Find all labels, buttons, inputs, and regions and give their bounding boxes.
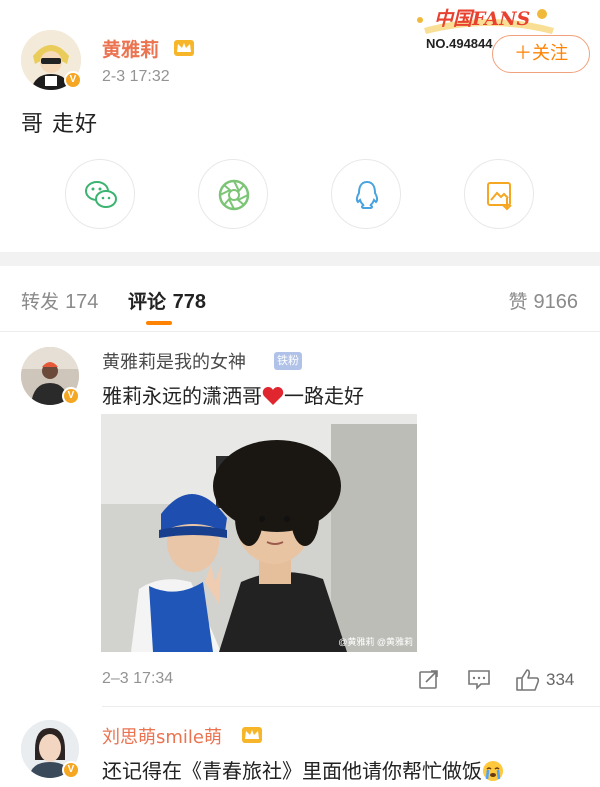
moments-icon <box>218 179 250 211</box>
crown-icon <box>242 727 262 743</box>
fans-number: NO.494844 <box>426 36 493 51</box>
weibo-post: V 黄雅莉 2-3 17:32 中国FANS NO.494844 ＋关注 哥 走… <box>0 0 600 252</box>
comment-divider <box>102 706 600 707</box>
qq-icon <box>355 180 379 209</box>
author-name[interactable]: 黄雅莉 <box>102 35 159 62</box>
tab-repost-count: 174 <box>65 291 99 313</box>
comment-time: 2–3 17:34 <box>102 670 174 687</box>
commenter-name[interactable]: 刘思萌smile萌 <box>102 723 222 749</box>
post-time: 2-3 17:32 <box>102 68 170 85</box>
comment-text-part: 还记得在《青春旅社》里面他请你帮忙做饭 <box>102 759 482 783</box>
share-wechat-button[interactable] <box>65 159 135 229</box>
share-icon[interactable] <box>418 668 440 690</box>
commenter-name[interactable]: 黄雅莉是我的女神 <box>102 348 246 374</box>
verified-badge: V <box>62 761 80 779</box>
heart-icon <box>262 387 284 405</box>
tab-comments-label: 评论 <box>128 291 167 313</box>
wechat-icon <box>85 181 117 208</box>
comment-text-part: 一路走好 <box>284 384 364 408</box>
crown-icon <box>174 40 194 56</box>
tab-repost[interactable]: 转发 174 <box>21 287 98 314</box>
active-tab-indicator <box>146 321 172 325</box>
section-divider <box>0 252 600 266</box>
verified-badge: V <box>64 71 82 89</box>
follow-button[interactable]: ＋关注 <box>492 35 590 73</box>
share-moments-button[interactable] <box>198 159 268 229</box>
comment-photo[interactable]: @黄雅莉 @黄雅莉 <box>101 414 417 652</box>
like-count: 334 <box>546 670 575 689</box>
reply-icon[interactable] <box>467 668 491 690</box>
tab-comments-count: 778 <box>172 291 207 313</box>
post-text: 哥 走好 <box>21 112 98 137</box>
verified-badge: V <box>62 387 80 405</box>
tab-likes[interactable]: 赞 9166 <box>508 287 578 314</box>
tab-repost-label: 转发 <box>21 291 60 313</box>
comment-text-part: 雅莉永远的潇洒哥 <box>102 384 262 408</box>
comment-text: 还记得在《青春旅社》里面他请你帮忙做饭 <box>102 755 504 784</box>
crying-face-icon <box>483 761 503 781</box>
tab-comments[interactable]: 评论 778 <box>128 287 206 314</box>
share-qq-button[interactable] <box>331 159 401 229</box>
fans-title: 中国FANS <box>434 8 531 30</box>
comment-text: 雅莉永远的潇洒哥 一路走好 <box>102 380 364 409</box>
photo-watermark: @黄雅莉 @黄雅莉 <box>338 637 413 647</box>
like-icon[interactable] <box>515 668 541 692</box>
tab-likes-count: 9166 <box>533 291 579 313</box>
save-image-icon <box>487 182 512 211</box>
tab-likes-label: 赞 <box>508 291 528 313</box>
fan-level-tag: 铁粉 <box>274 352 302 370</box>
post-tabs: 转发 174 评论 778 赞 9166 <box>0 266 600 332</box>
save-image-button[interactable] <box>464 159 534 229</box>
